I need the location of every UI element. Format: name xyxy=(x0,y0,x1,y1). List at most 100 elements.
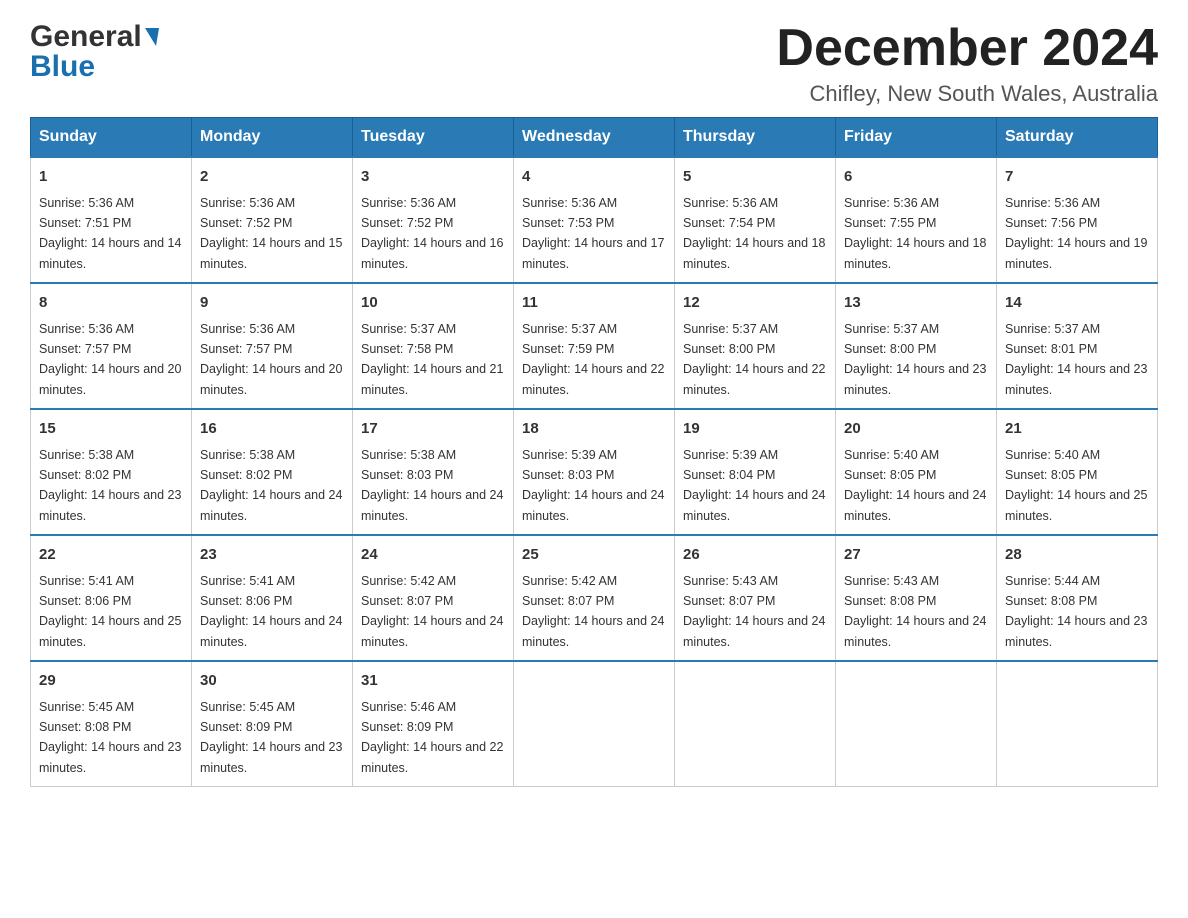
calendar-cell: 16 Sunrise: 5:38 AMSunset: 8:02 PMDaylig… xyxy=(192,409,353,535)
day-info: Sunrise: 5:43 AMSunset: 8:08 PMDaylight:… xyxy=(844,574,986,649)
calendar-cell: 28 Sunrise: 5:44 AMSunset: 8:08 PMDaylig… xyxy=(997,535,1158,661)
day-number: 8 xyxy=(39,292,183,315)
calendar-cell: 8 Sunrise: 5:36 AMSunset: 7:57 PMDayligh… xyxy=(31,283,192,409)
weekday-header-saturday: Saturday xyxy=(997,118,1158,158)
calendar-cell: 27 Sunrise: 5:43 AMSunset: 8:08 PMDaylig… xyxy=(836,535,997,661)
calendar-cell xyxy=(997,661,1158,787)
weekday-header-sunday: Sunday xyxy=(31,118,192,158)
day-number: 9 xyxy=(200,292,344,315)
day-number: 6 xyxy=(844,166,988,189)
logo-blue-text: Blue xyxy=(30,50,95,84)
day-number: 16 xyxy=(200,418,344,441)
calendar-cell: 25 Sunrise: 5:42 AMSunset: 8:07 PMDaylig… xyxy=(514,535,675,661)
calendar-cell xyxy=(836,661,997,787)
calendar-cell: 10 Sunrise: 5:37 AMSunset: 7:58 PMDaylig… xyxy=(353,283,514,409)
day-info: Sunrise: 5:38 AMSunset: 8:02 PMDaylight:… xyxy=(200,448,342,523)
day-number: 27 xyxy=(844,544,988,567)
day-info: Sunrise: 5:45 AMSunset: 8:09 PMDaylight:… xyxy=(200,700,342,775)
day-number: 17 xyxy=(361,418,505,441)
page-header: General Blue December 2024 Chifley, New … xyxy=(30,20,1158,107)
day-info: Sunrise: 5:37 AMSunset: 8:00 PMDaylight:… xyxy=(683,322,825,397)
day-number: 10 xyxy=(361,292,505,315)
day-info: Sunrise: 5:36 AMSunset: 7:57 PMDaylight:… xyxy=(200,322,342,397)
weekday-header-monday: Monday xyxy=(192,118,353,158)
calendar-cell: 13 Sunrise: 5:37 AMSunset: 8:00 PMDaylig… xyxy=(836,283,997,409)
calendar-cell: 3 Sunrise: 5:36 AMSunset: 7:52 PMDayligh… xyxy=(353,157,514,283)
day-number: 23 xyxy=(200,544,344,567)
day-info: Sunrise: 5:36 AMSunset: 7:53 PMDaylight:… xyxy=(522,196,664,271)
day-info: Sunrise: 5:36 AMSunset: 7:57 PMDaylight:… xyxy=(39,322,181,397)
day-info: Sunrise: 5:39 AMSunset: 8:04 PMDaylight:… xyxy=(683,448,825,523)
day-number: 3 xyxy=(361,166,505,189)
calendar-cell: 14 Sunrise: 5:37 AMSunset: 8:01 PMDaylig… xyxy=(997,283,1158,409)
calendar-week-5: 29 Sunrise: 5:45 AMSunset: 8:08 PMDaylig… xyxy=(31,661,1158,787)
calendar-cell: 12 Sunrise: 5:37 AMSunset: 8:00 PMDaylig… xyxy=(675,283,836,409)
day-number: 1 xyxy=(39,166,183,189)
day-info: Sunrise: 5:41 AMSunset: 8:06 PMDaylight:… xyxy=(200,574,342,649)
calendar-cell: 9 Sunrise: 5:36 AMSunset: 7:57 PMDayligh… xyxy=(192,283,353,409)
day-number: 18 xyxy=(522,418,666,441)
day-info: Sunrise: 5:36 AMSunset: 7:56 PMDaylight:… xyxy=(1005,196,1147,271)
weekday-header-row: SundayMondayTuesdayWednesdayThursdayFrid… xyxy=(31,118,1158,158)
calendar-cell: 20 Sunrise: 5:40 AMSunset: 8:05 PMDaylig… xyxy=(836,409,997,535)
day-info: Sunrise: 5:42 AMSunset: 8:07 PMDaylight:… xyxy=(522,574,664,649)
day-info: Sunrise: 5:38 AMSunset: 8:02 PMDaylight:… xyxy=(39,448,181,523)
month-title: December 2024 xyxy=(776,20,1158,77)
day-info: Sunrise: 5:37 AMSunset: 8:01 PMDaylight:… xyxy=(1005,322,1147,397)
calendar-cell: 26 Sunrise: 5:43 AMSunset: 8:07 PMDaylig… xyxy=(675,535,836,661)
title-section: December 2024 Chifley, New South Wales, … xyxy=(776,20,1158,107)
day-info: Sunrise: 5:46 AMSunset: 8:09 PMDaylight:… xyxy=(361,700,503,775)
day-info: Sunrise: 5:36 AMSunset: 7:55 PMDaylight:… xyxy=(844,196,986,271)
day-info: Sunrise: 5:37 AMSunset: 7:58 PMDaylight:… xyxy=(361,322,503,397)
logo-triangle-icon xyxy=(145,28,159,46)
calendar-cell: 21 Sunrise: 5:40 AMSunset: 8:05 PMDaylig… xyxy=(997,409,1158,535)
calendar-cell: 11 Sunrise: 5:37 AMSunset: 7:59 PMDaylig… xyxy=(514,283,675,409)
calendar-cell: 15 Sunrise: 5:38 AMSunset: 8:02 PMDaylig… xyxy=(31,409,192,535)
calendar-cell: 22 Sunrise: 5:41 AMSunset: 8:06 PMDaylig… xyxy=(31,535,192,661)
calendar-cell: 5 Sunrise: 5:36 AMSunset: 7:54 PMDayligh… xyxy=(675,157,836,283)
day-info: Sunrise: 5:38 AMSunset: 8:03 PMDaylight:… xyxy=(361,448,503,523)
calendar-cell: 6 Sunrise: 5:36 AMSunset: 7:55 PMDayligh… xyxy=(836,157,997,283)
calendar-cell: 1 Sunrise: 5:36 AMSunset: 7:51 PMDayligh… xyxy=(31,157,192,283)
calendar-week-2: 8 Sunrise: 5:36 AMSunset: 7:57 PMDayligh… xyxy=(31,283,1158,409)
day-number: 12 xyxy=(683,292,827,315)
day-info: Sunrise: 5:37 AMSunset: 7:59 PMDaylight:… xyxy=(522,322,664,397)
day-number: 20 xyxy=(844,418,988,441)
calendar-week-4: 22 Sunrise: 5:41 AMSunset: 8:06 PMDaylig… xyxy=(31,535,1158,661)
day-number: 2 xyxy=(200,166,344,189)
day-number: 28 xyxy=(1005,544,1149,567)
day-info: Sunrise: 5:36 AMSunset: 7:54 PMDaylight:… xyxy=(683,196,825,271)
calendar-cell: 30 Sunrise: 5:45 AMSunset: 8:09 PMDaylig… xyxy=(192,661,353,787)
day-info: Sunrise: 5:36 AMSunset: 7:52 PMDaylight:… xyxy=(200,196,342,271)
weekday-header-thursday: Thursday xyxy=(675,118,836,158)
calendar-cell: 29 Sunrise: 5:45 AMSunset: 8:08 PMDaylig… xyxy=(31,661,192,787)
weekday-header-friday: Friday xyxy=(836,118,997,158)
calendar-table: SundayMondayTuesdayWednesdayThursdayFrid… xyxy=(30,117,1158,787)
day-info: Sunrise: 5:43 AMSunset: 8:07 PMDaylight:… xyxy=(683,574,825,649)
day-number: 11 xyxy=(522,292,666,315)
day-number: 7 xyxy=(1005,166,1149,189)
day-number: 25 xyxy=(522,544,666,567)
day-info: Sunrise: 5:45 AMSunset: 8:08 PMDaylight:… xyxy=(39,700,181,775)
day-number: 19 xyxy=(683,418,827,441)
day-number: 30 xyxy=(200,670,344,693)
calendar-cell: 7 Sunrise: 5:36 AMSunset: 7:56 PMDayligh… xyxy=(997,157,1158,283)
day-info: Sunrise: 5:44 AMSunset: 8:08 PMDaylight:… xyxy=(1005,574,1147,649)
calendar-cell: 17 Sunrise: 5:38 AMSunset: 8:03 PMDaylig… xyxy=(353,409,514,535)
day-number: 21 xyxy=(1005,418,1149,441)
day-number: 14 xyxy=(1005,292,1149,315)
day-number: 15 xyxy=(39,418,183,441)
calendar-cell: 18 Sunrise: 5:39 AMSunset: 8:03 PMDaylig… xyxy=(514,409,675,535)
calendar-cell xyxy=(514,661,675,787)
day-info: Sunrise: 5:37 AMSunset: 8:00 PMDaylight:… xyxy=(844,322,986,397)
calendar-cell: 31 Sunrise: 5:46 AMSunset: 8:09 PMDaylig… xyxy=(353,661,514,787)
logo: General Blue xyxy=(30,20,159,84)
calendar-cell: 2 Sunrise: 5:36 AMSunset: 7:52 PMDayligh… xyxy=(192,157,353,283)
calendar-cell xyxy=(675,661,836,787)
day-info: Sunrise: 5:40 AMSunset: 8:05 PMDaylight:… xyxy=(844,448,986,523)
day-number: 4 xyxy=(522,166,666,189)
calendar-week-3: 15 Sunrise: 5:38 AMSunset: 8:02 PMDaylig… xyxy=(31,409,1158,535)
day-number: 29 xyxy=(39,670,183,693)
calendar-cell: 24 Sunrise: 5:42 AMSunset: 8:07 PMDaylig… xyxy=(353,535,514,661)
day-number: 5 xyxy=(683,166,827,189)
